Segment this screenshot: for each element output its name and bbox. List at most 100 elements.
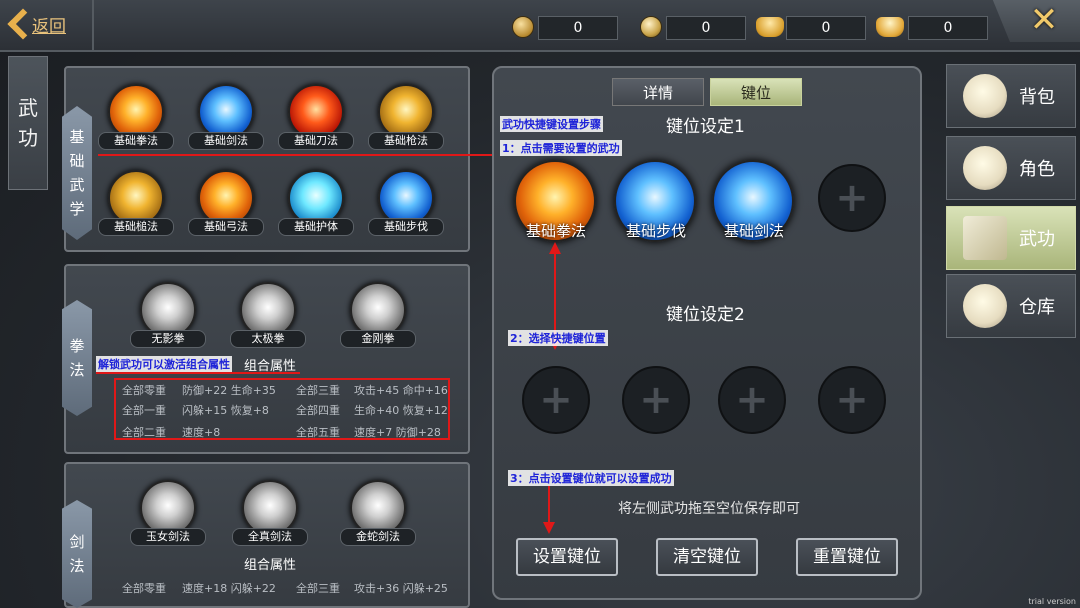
keybind2-slot-1[interactable]: +: [522, 366, 590, 434]
close-icon: ✕: [1029, 0, 1059, 40]
annotation-underline: [96, 372, 300, 374]
annotation-arrow: [554, 252, 556, 338]
side-label-char: 基: [69, 128, 85, 146]
skill-taiji-fist[interactable]: 太极拳: [230, 282, 306, 348]
warehouse-bag-icon: [963, 284, 1007, 328]
skill-name: 基础拳法: [98, 132, 174, 150]
currency-ingot-value: 0: [786, 16, 866, 40]
keybind-set1-title: 键位设定1: [666, 117, 745, 137]
tab-martial-arts[interactable]: 武 功: [8, 56, 48, 190]
keybind-set2-title: 键位设定2: [666, 305, 745, 325]
plus-icon: +: [639, 377, 673, 423]
skill-name: 全真剑法: [232, 528, 308, 546]
attr-tier: 全部四重: [296, 404, 340, 417]
unlock-note: 解锁武功可以激活组合属性: [96, 356, 232, 372]
nav-label: 武功: [1019, 229, 1055, 250]
back-button[interactable]: 返回: [4, 4, 92, 44]
skill-name: 基础护体: [278, 218, 354, 236]
currency-coin-value: 0: [538, 16, 618, 40]
skill-name: 基础剑法: [188, 132, 264, 150]
skill-basic-sword[interactable]: 基础剑法: [188, 84, 264, 150]
skill-basic-bow[interactable]: 基础弓法: [188, 170, 264, 236]
currency-copper-value: 0: [666, 16, 746, 40]
currency-bound-ingot-value: 0: [908, 16, 988, 40]
attr-tier: 全部零重: [122, 384, 166, 397]
plus-icon: +: [835, 175, 869, 221]
skill-yunv-sword[interactable]: 玉女剑法: [130, 480, 206, 546]
plus-icon: +: [835, 377, 869, 423]
skill-basic-spear[interactable]: 基础枪法: [368, 84, 444, 150]
attr-value: 攻击+45 命中+16: [354, 384, 448, 397]
skill-name: 基础步伐: [368, 218, 444, 236]
arrow-down-icon: [543, 522, 555, 534]
fist-side-label: 拳 法: [62, 300, 92, 416]
keybind2-slot-4[interactable]: +: [818, 366, 886, 434]
set-keybind-button[interactable]: 设置键位: [516, 538, 618, 576]
drag-hint: 将左侧武功拖至空位保存即可: [618, 501, 800, 517]
side-label-char: 拳: [69, 337, 85, 355]
book-icon: [963, 216, 1007, 260]
skill-basic-guard[interactable]: 基础护体: [278, 170, 354, 236]
slot-name: 基础剑法: [723, 222, 784, 240]
bound-ingot-icon: [876, 17, 904, 37]
skill-basic-fist[interactable]: 基础拳法: [98, 84, 174, 150]
attr-value: 防御+22 生命+35: [182, 384, 276, 397]
skill-basic-hammer[interactable]: 基础槌法: [98, 170, 174, 236]
slot-name: 基础拳法: [525, 222, 586, 240]
arrow-up-icon: [549, 242, 561, 254]
attr-value: 闪躲+15 恢复+8: [182, 404, 269, 417]
divider: [92, 0, 94, 52]
keybind-slot-4-empty[interactable]: +: [818, 164, 886, 232]
reset-keybind-button[interactable]: 重置键位: [796, 538, 898, 576]
attr-tier: 全部三重: [296, 384, 340, 397]
bag-icon: [963, 74, 1007, 118]
attr-tier: 全部二重: [122, 426, 166, 439]
step2-note: 2：选择快捷键位置: [508, 330, 608, 346]
side-label-char: 学: [69, 200, 85, 218]
attr-tier: 全部五重: [296, 426, 340, 439]
nav-martial-arts[interactable]: 武功: [946, 206, 1076, 270]
skill-name: 金刚拳: [340, 330, 416, 348]
skill-basic-step[interactable]: 基础步伐: [368, 170, 444, 236]
coin-icon: [512, 16, 534, 38]
side-label-char: 剑: [69, 533, 85, 551]
skill-name: 无影拳: [130, 330, 206, 348]
character-icon: [963, 146, 1007, 190]
skill-name: 基础枪法: [368, 132, 444, 150]
skill-jinshe-sword[interactable]: 金蛇剑法: [340, 480, 416, 546]
sword-side-label: 剑 法: [62, 500, 92, 608]
tab-details[interactable]: 详情: [612, 78, 704, 106]
skill-quanzhen-sword[interactable]: 全真剑法: [232, 480, 308, 546]
side-label-char: 武: [69, 176, 85, 194]
attr-tier: 全部三重: [296, 582, 340, 595]
attr-value: 生命+40 恢复+12: [354, 404, 448, 417]
attr-value: 攻击+36 闪躲+25: [354, 582, 448, 595]
skill-name: 基础弓法: [188, 218, 264, 236]
back-arrow-icon: [4, 7, 26, 41]
side-label-char: 法: [69, 361, 85, 379]
attr-tier: 全部零重: [122, 582, 166, 595]
annotation-arrow: [548, 486, 550, 524]
nav-label: 角色: [1019, 159, 1055, 180]
attr-tier: 全部一重: [122, 404, 166, 417]
nav-warehouse[interactable]: 仓库: [946, 274, 1076, 338]
nav-character[interactable]: 角色: [946, 136, 1076, 200]
nav-bag[interactable]: 背包: [946, 64, 1076, 128]
copper-coin-icon: [640, 16, 662, 38]
nav-label: 仓库: [1019, 297, 1055, 318]
skill-basic-blade[interactable]: 基础刀法: [278, 84, 354, 150]
keybind2-slot-3[interactable]: +: [718, 366, 786, 434]
tab-keybind[interactable]: 键位: [710, 78, 802, 106]
clear-keybind-button[interactable]: 清空键位: [656, 538, 758, 576]
skill-name: 玉女剑法: [130, 528, 206, 546]
skill-name: 金蛇剑法: [340, 528, 416, 546]
skill-jingang-fist[interactable]: 金刚拳: [340, 282, 416, 348]
skill-wuying-fist[interactable]: 无影拳: [130, 282, 206, 348]
combo-title: 组合属性: [244, 558, 297, 573]
skill-name: 太极拳: [230, 330, 306, 348]
side-label-char: 法: [69, 557, 85, 575]
slot-name: 基础步伐: [625, 222, 686, 240]
keybind2-slot-2[interactable]: +: [622, 366, 690, 434]
plus-icon: +: [539, 377, 573, 423]
attr-value: 速度+18 闪躲+22: [182, 582, 276, 595]
